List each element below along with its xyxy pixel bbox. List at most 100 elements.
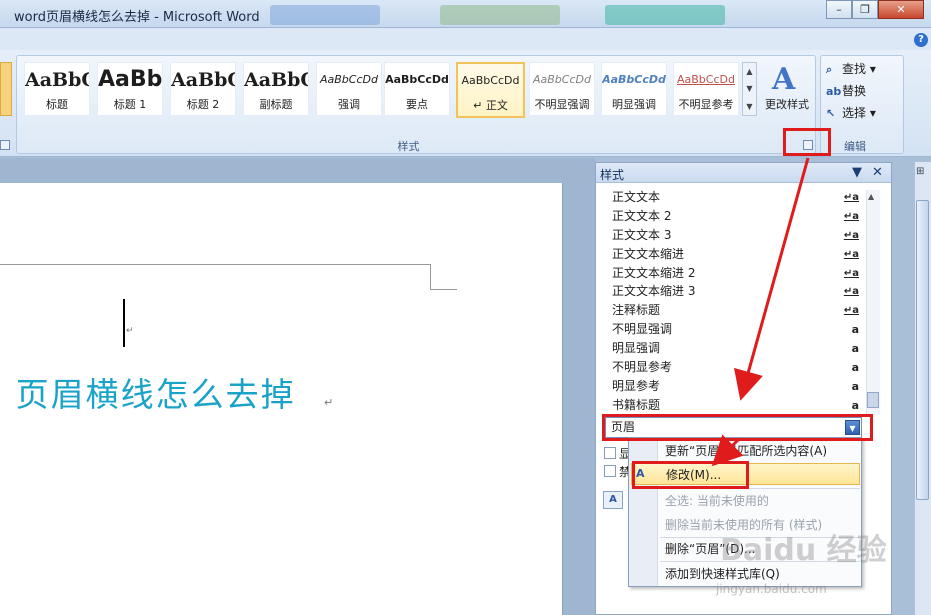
style-sample: AaBbCcDd bbox=[677, 73, 735, 86]
style-name: 正文文本缩进 2 bbox=[612, 265, 696, 280]
help-icon[interactable]: ? bbox=[914, 33, 928, 47]
change-styles-icon: A bbox=[772, 62, 796, 97]
style-item[interactable]: 正文文本缩进 2 ↵a bbox=[605, 264, 867, 283]
title-fragment: l bbox=[0, 375, 16, 414]
quick-style-subtle-reference[interactable]: AaBbCcDd 不明显参考 bbox=[673, 62, 739, 116]
character-style-icon: a bbox=[851, 342, 859, 356]
paragraph-style-icon: ↵a bbox=[843, 286, 859, 298]
window-title: word页眉横线怎么去掉 - Microsoft Word bbox=[14, 10, 260, 25]
minimize-button[interactable]: – bbox=[826, 0, 852, 19]
style-sample: AaBbC bbox=[171, 69, 235, 91]
style-item[interactable]: 正文文本 3 ↵a bbox=[605, 226, 867, 245]
chevron-up-icon[interactable]: ▲ bbox=[743, 63, 756, 80]
ribbon-group-stub bbox=[0, 62, 12, 116]
chevron-down-icon[interactable]: ▼ bbox=[743, 80, 756, 97]
style-name: 书籍标题 bbox=[612, 397, 661, 412]
style-name: 明显强调 bbox=[612, 341, 661, 356]
quick-style-subtle-emphasis[interactable]: AaBbCcDd 不明显强调 bbox=[529, 62, 595, 116]
scrollbar-thumb[interactable] bbox=[867, 392, 879, 408]
style-list[interactable]: 正文文本 ↵a 正文文本 2 ↵a 正文文本 3 ↵a 正文文本缩进 ↵a 正文文本缩进… bbox=[605, 188, 867, 414]
header-line bbox=[0, 264, 430, 265]
preview-checkbox[interactable] bbox=[604, 447, 616, 459]
linked-styles-checkbox[interactable] bbox=[604, 465, 616, 477]
change-styles-button[interactable]: A 更改样式 bbox=[760, 60, 814, 130]
style-item[interactable]: 正文文本缩进 3 ↵a bbox=[605, 282, 867, 301]
more-icon[interactable]: ▼ bbox=[743, 98, 756, 115]
select-button[interactable]: ↖ 选择 ▾ bbox=[826, 104, 902, 122]
styles-group-label: 样式 bbox=[397, 140, 420, 153]
quick-style-strong[interactable]: AaBbCcDd 要点 bbox=[384, 62, 450, 116]
style-sample: AaBbCcDd bbox=[461, 74, 520, 87]
style-sample: AaBbCcDd bbox=[320, 73, 378, 86]
style-sample: AaBbC bbox=[25, 69, 89, 91]
style-item[interactable]: 注释标题 ↵a bbox=[605, 301, 867, 320]
style-name: 注释标题 bbox=[612, 303, 661, 318]
gallery-scroll[interactable]: ▲ ▼ ▼ bbox=[742, 62, 757, 116]
pane-gap bbox=[892, 158, 914, 615]
style-label: 要点 bbox=[406, 98, 428, 111]
style-label: 标题 1 bbox=[113, 98, 147, 111]
text-cursor bbox=[123, 299, 125, 347]
header-corner-mark bbox=[430, 289, 457, 290]
quick-style-intense-emphasis[interactable]: AaBbCcDd 明显强调 bbox=[601, 62, 667, 116]
style-item[interactable]: 明显强调 a bbox=[605, 339, 867, 358]
paragraph-style-icon: ↵a bbox=[843, 267, 859, 279]
find-button[interactable]: ⌕ 查找 ▾ bbox=[826, 60, 902, 78]
quick-style-normal[interactable]: AaBbCcDd ↵ 正文 bbox=[456, 62, 525, 118]
style-list-scrollbar[interactable] bbox=[866, 190, 880, 415]
style-item[interactable]: 明显参考 a bbox=[605, 377, 867, 396]
document-title-text[interactable]: l 页眉横线怎么去掉 bbox=[0, 368, 296, 416]
paragraph-style-icon: ↵a bbox=[843, 210, 859, 222]
taskbar-tab bbox=[440, 5, 560, 25]
select-icon: ↖ bbox=[826, 107, 836, 120]
style-name: 正文文本 bbox=[612, 190, 661, 204]
paragraph-style-icon: ↵a bbox=[843, 248, 859, 260]
styles-pane-header bbox=[596, 163, 891, 183]
new-style-icon[interactable]: A bbox=[603, 491, 623, 509]
style-label: 不明显强调 bbox=[534, 98, 590, 111]
style-name: 明显参考 bbox=[612, 378, 661, 393]
style-label: 不明显参考 bbox=[678, 98, 734, 111]
quick-style-emphasis[interactable]: AaBbCcDd 强调 bbox=[316, 62, 382, 116]
annotation-box bbox=[632, 461, 749, 489]
binoculars-icon: ⌕ bbox=[826, 63, 833, 76]
style-label: ↵ 正文 bbox=[473, 99, 508, 112]
style-item[interactable]: 书籍标题 a bbox=[605, 396, 867, 414]
annotation-box bbox=[783, 128, 831, 156]
watermark-url: jingyan.baidu.com bbox=[716, 582, 827, 596]
find-label: 查找 bbox=[842, 62, 867, 76]
paragraph-style-icon: ↵a bbox=[843, 305, 859, 317]
menu-item-select-all-unused: 全选: 当前未使用的 bbox=[665, 494, 769, 508]
paragraph-mark: ↵ bbox=[126, 326, 134, 336]
style-name: 正文文本缩进 bbox=[612, 246, 685, 261]
chevron-up-icon[interactable]: ▲ bbox=[868, 192, 874, 201]
scrollbar-thumb[interactable] bbox=[916, 200, 929, 500]
style-label: 强调 bbox=[338, 98, 360, 111]
quick-style-subtitle[interactable]: AaBbC 副标题 bbox=[243, 62, 309, 116]
quick-style-heading[interactable]: AaBbC 标题 bbox=[24, 62, 90, 116]
dialog-launcher-icon[interactable] bbox=[0, 140, 10, 150]
style-item[interactable]: 正文文本缩进 ↵a bbox=[605, 245, 867, 264]
close-icon[interactable]: ✕ bbox=[872, 165, 883, 180]
annotation-box bbox=[602, 414, 873, 441]
replace-button[interactable]: ab替换 bbox=[826, 82, 902, 100]
style-name: 不明显强调 bbox=[612, 322, 673, 337]
style-item[interactable]: 正文文本 2 ↵a bbox=[605, 207, 867, 226]
style-item[interactable]: 不明显强调 a bbox=[605, 320, 867, 339]
ruler-toggle-icon[interactable]: ⊞ bbox=[916, 166, 929, 180]
paragraph-style-icon: ↵a bbox=[843, 192, 859, 203]
taskbar-tab bbox=[605, 5, 725, 25]
quick-style-heading-1[interactable]: AaBb 标题 1 bbox=[97, 62, 163, 116]
pane-menu-icon[interactable]: ▼ bbox=[852, 165, 862, 180]
style-name: 正文文本 2 bbox=[612, 208, 672, 223]
style-item[interactable]: 不明显参考 a bbox=[605, 358, 867, 377]
menu-item-update[interactable]: 更新“页眉”以匹配所选内容(A) bbox=[660, 440, 860, 462]
style-label: 标题 bbox=[46, 98, 68, 111]
restore-button[interactable]: ❐ bbox=[852, 0, 878, 19]
style-item[interactable]: 正文文本 ↵a bbox=[605, 188, 867, 207]
close-button[interactable]: ✕ bbox=[878, 0, 924, 19]
title-text: 页眉横线怎么去掉 bbox=[15, 375, 296, 414]
style-sample: AaBbC bbox=[244, 69, 308, 91]
quick-style-heading-2[interactable]: AaBbC 标题 2 bbox=[170, 62, 236, 116]
tab-strip bbox=[0, 28, 931, 50]
